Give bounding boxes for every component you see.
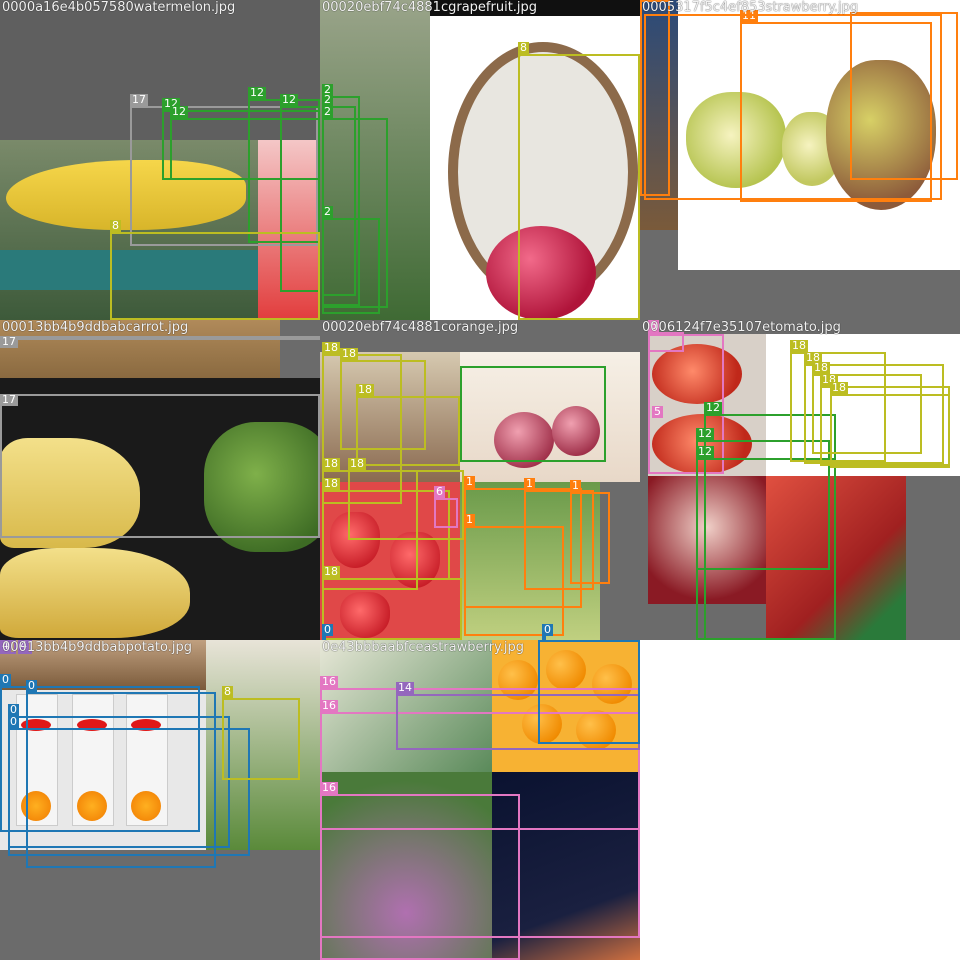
bounding-box: 6 bbox=[434, 486, 458, 528]
bounding-box: 18 bbox=[322, 566, 462, 640]
bounding-box bbox=[460, 366, 606, 462]
image-tile: 00020ebf74c4881cgrapefruit.jpg 2 2 2 2 8 bbox=[320, 0, 640, 320]
box-label: 12 bbox=[280, 93, 298, 106]
box-label: 14 bbox=[396, 681, 414, 694]
box-label: 17 bbox=[130, 93, 148, 106]
bounding-box bbox=[850, 12, 958, 180]
box-label: 16 bbox=[320, 675, 338, 688]
tile-filename: 0005317f5c4ef853strawberry.jpg bbox=[642, 0, 859, 15]
bounding-box: 8 bbox=[222, 686, 300, 780]
image-tile: 00013bb4b9ddbabpotato.jpg 4 4 0 0 0 0 8 bbox=[0, 640, 320, 960]
box-label: 18 bbox=[322, 341, 340, 354]
box-label: 1 bbox=[524, 477, 535, 490]
tile-filename: 00020ebf74c4881corange.jpg bbox=[322, 320, 519, 335]
bounding-box bbox=[640, 0, 670, 196]
tile-filename: 00013bb4b9ddbabcarrot.jpg bbox=[2, 320, 189, 335]
bounding-box: 0 bbox=[8, 716, 250, 856]
image-tile: 0005317f5c4ef853strawberry.jpg 11 bbox=[640, 0, 960, 320]
box-label: 12 bbox=[248, 86, 266, 99]
box-label: 0 bbox=[0, 673, 11, 686]
bounding-box: 16 bbox=[320, 782, 520, 960]
box-label: 0 bbox=[26, 679, 37, 692]
image-tile: 00020ebf74c4881corange.jpg 18 18 18 18 1… bbox=[320, 320, 640, 640]
bounding-box: 8 bbox=[110, 220, 320, 320]
bounding-box: 18 bbox=[830, 382, 950, 468]
bounding-box: 2 bbox=[322, 206, 380, 314]
empty-tile bbox=[640, 640, 960, 960]
box-label: 6 bbox=[434, 485, 445, 498]
box-label: 0 bbox=[322, 623, 333, 636]
box-label: 8 bbox=[518, 41, 529, 54]
box-label: 18 bbox=[322, 565, 340, 578]
box-label: 18 bbox=[340, 347, 358, 360]
bounding-box: 1 bbox=[464, 514, 564, 636]
bounding-box: 17 bbox=[0, 336, 320, 348]
box-label: 8 bbox=[222, 685, 233, 698]
box-label: 12 bbox=[704, 401, 722, 414]
box-label: 1 bbox=[570, 479, 581, 492]
tile-filename: 0000a16e4b057580watermelon.jpg bbox=[2, 0, 236, 15]
bounding-box bbox=[538, 640, 640, 744]
box-label: 17 bbox=[0, 335, 18, 348]
padding-area bbox=[906, 476, 960, 640]
image-tile: 0e43bbbaabfceastrawberry.jpg 16 16 16 14 bbox=[320, 640, 640, 960]
tile-filename: 00020ebf74c4881cgrapefruit.jpg bbox=[322, 0, 538, 15]
mosaic-grid: 0000a16e4b057580watermelon.jpg 17 12 12 … bbox=[0, 0, 960, 960]
box-label: 0 bbox=[8, 715, 19, 728]
box-label: 1 bbox=[464, 513, 475, 526]
padding-area bbox=[640, 230, 678, 320]
tile-filename: 0e43bbbaabfceastrawberry.jpg bbox=[322, 640, 525, 655]
bounding-box: 18 bbox=[356, 384, 460, 466]
box-label: 16 bbox=[320, 699, 338, 712]
box-label: 2 bbox=[322, 205, 333, 218]
tile-filename: 00013bb4b9ddbabpotato.jpg bbox=[2, 640, 192, 655]
image-tile: 00013bb4b9ddbabcarrot.jpg 17 17 bbox=[0, 320, 320, 640]
tile-filename: 0006124f7e35107etomato.jpg bbox=[642, 320, 841, 335]
bounding-box: 12 bbox=[696, 446, 836, 640]
bounding-box: 8 bbox=[518, 42, 640, 320]
bounding-box: 1 bbox=[570, 480, 610, 584]
padding-area bbox=[280, 320, 320, 378]
padding-area bbox=[678, 270, 960, 320]
box-label: 17 bbox=[0, 393, 18, 406]
bounding-box: 18 bbox=[322, 478, 450, 580]
image-tile: 0000a16e4b057580watermelon.jpg 17 12 12 … bbox=[0, 0, 320, 320]
image-tile: 0006124f7e35107etomato.jpg 6 5 12 12 12 … bbox=[640, 320, 960, 640]
box-label: 12 bbox=[696, 445, 714, 458]
box-label: 18 bbox=[830, 381, 848, 394]
box-label: 18 bbox=[348, 457, 366, 470]
box-label: 12 bbox=[170, 105, 188, 118]
box-label: 5 bbox=[652, 405, 663, 418]
box-label: 1 bbox=[464, 475, 475, 488]
box-label: 18 bbox=[356, 383, 374, 396]
box-label: 8 bbox=[110, 219, 121, 232]
box-label: 0 bbox=[542, 623, 553, 636]
yellow-squash-2 bbox=[0, 548, 190, 638]
box-label: 18 bbox=[322, 477, 340, 490]
box-label: 2 bbox=[322, 105, 333, 118]
box-label: 16 bbox=[320, 781, 338, 794]
box-label: 18 bbox=[322, 457, 340, 470]
bounding-box: 17 bbox=[0, 394, 320, 538]
box-label: 12 bbox=[696, 427, 714, 440]
